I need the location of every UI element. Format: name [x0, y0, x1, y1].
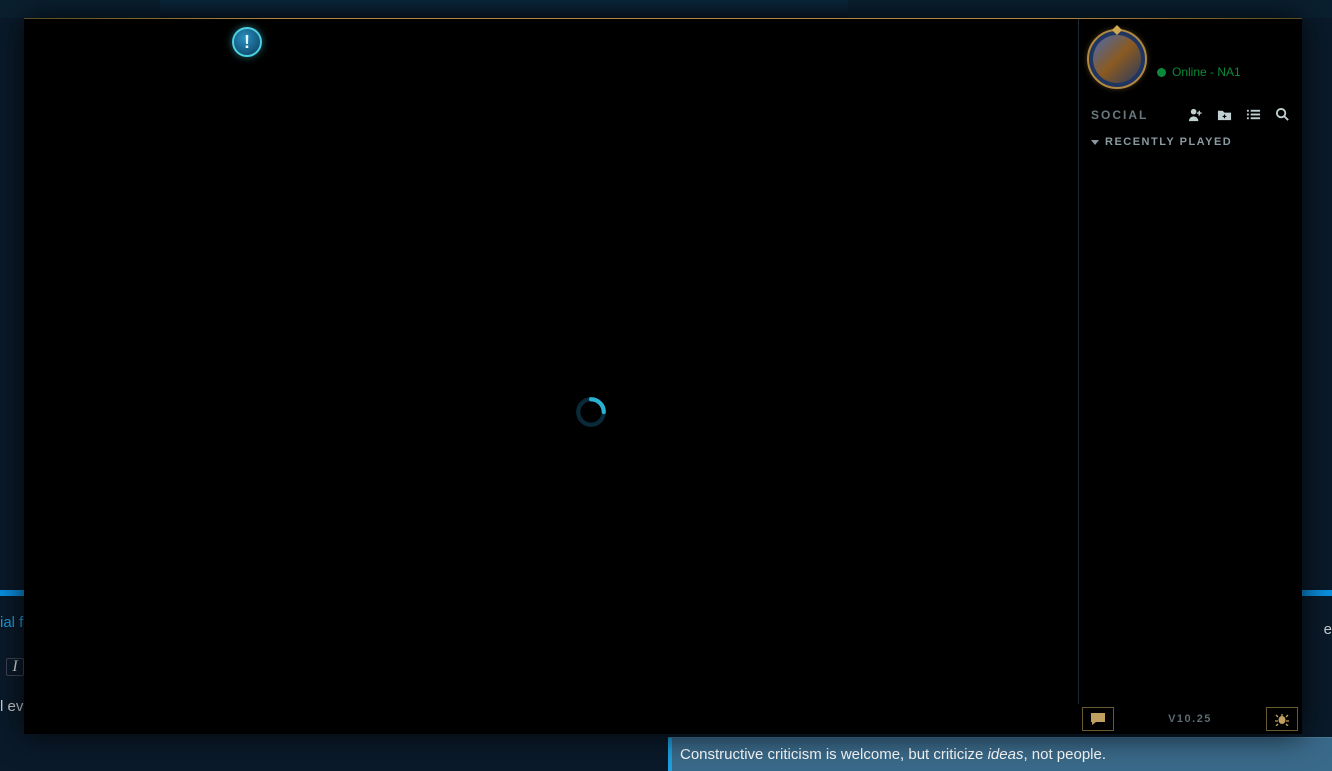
- page-header-strip-center: [160, 0, 848, 18]
- social-title: SOCIAL: [1091, 108, 1148, 122]
- add-friend-icon[interactable]: [1188, 107, 1203, 122]
- status-line: Online - NA1: [1157, 65, 1241, 79]
- tip-emphasis: ideas: [988, 746, 1024, 763]
- chevron-down-icon: [1091, 140, 1099, 145]
- social-panel: Online - NA1 SOCIAL RE: [1078, 19, 1302, 734]
- add-folder-icon[interactable]: [1217, 107, 1232, 122]
- status-text: Online - NA1: [1172, 65, 1241, 79]
- sort-list-icon[interactable]: [1246, 107, 1261, 122]
- tip-prefix: Constructive criticism is welcome, but c…: [680, 746, 988, 763]
- tip-accent: [668, 738, 672, 771]
- loading-spinner-icon: [574, 395, 608, 429]
- tip-bar: Constructive criticism is welcome, but c…: [668, 737, 1332, 771]
- modal-footer: V10.25: [1078, 704, 1302, 734]
- chat-button[interactable]: [1082, 707, 1114, 731]
- bug-report-button[interactable]: [1266, 707, 1298, 731]
- recently-played-label: RECENTLY PLAYED: [1105, 136, 1232, 148]
- tip-text: Constructive criticism is welcome, but c…: [680, 746, 1106, 763]
- online-status-dot-icon: [1157, 68, 1166, 77]
- social-actions: [1188, 107, 1290, 122]
- version-label: V10.25: [1168, 713, 1212, 725]
- notification-badge[interactable]: !: [232, 27, 262, 57]
- profile-row[interactable]: Online - NA1: [1079, 23, 1302, 93]
- italic-format-icon[interactable]: I: [6, 658, 24, 676]
- client-modal: ! ? Online - NA1 SOCIAL: [24, 18, 1302, 734]
- exclamation-icon: !: [244, 32, 250, 53]
- page-link-fragment[interactable]: ial f: [0, 614, 23, 631]
- page-right-fragment: e: [1324, 621, 1332, 638]
- recently-played-group[interactable]: RECENTLY PLAYED: [1079, 128, 1302, 156]
- tip-suffix: , not people.: [1023, 746, 1106, 763]
- search-icon[interactable]: [1275, 107, 1290, 122]
- social-header: SOCIAL: [1079, 93, 1302, 128]
- page-text-fragment: l ev: [0, 698, 23, 715]
- avatar[interactable]: [1087, 29, 1147, 89]
